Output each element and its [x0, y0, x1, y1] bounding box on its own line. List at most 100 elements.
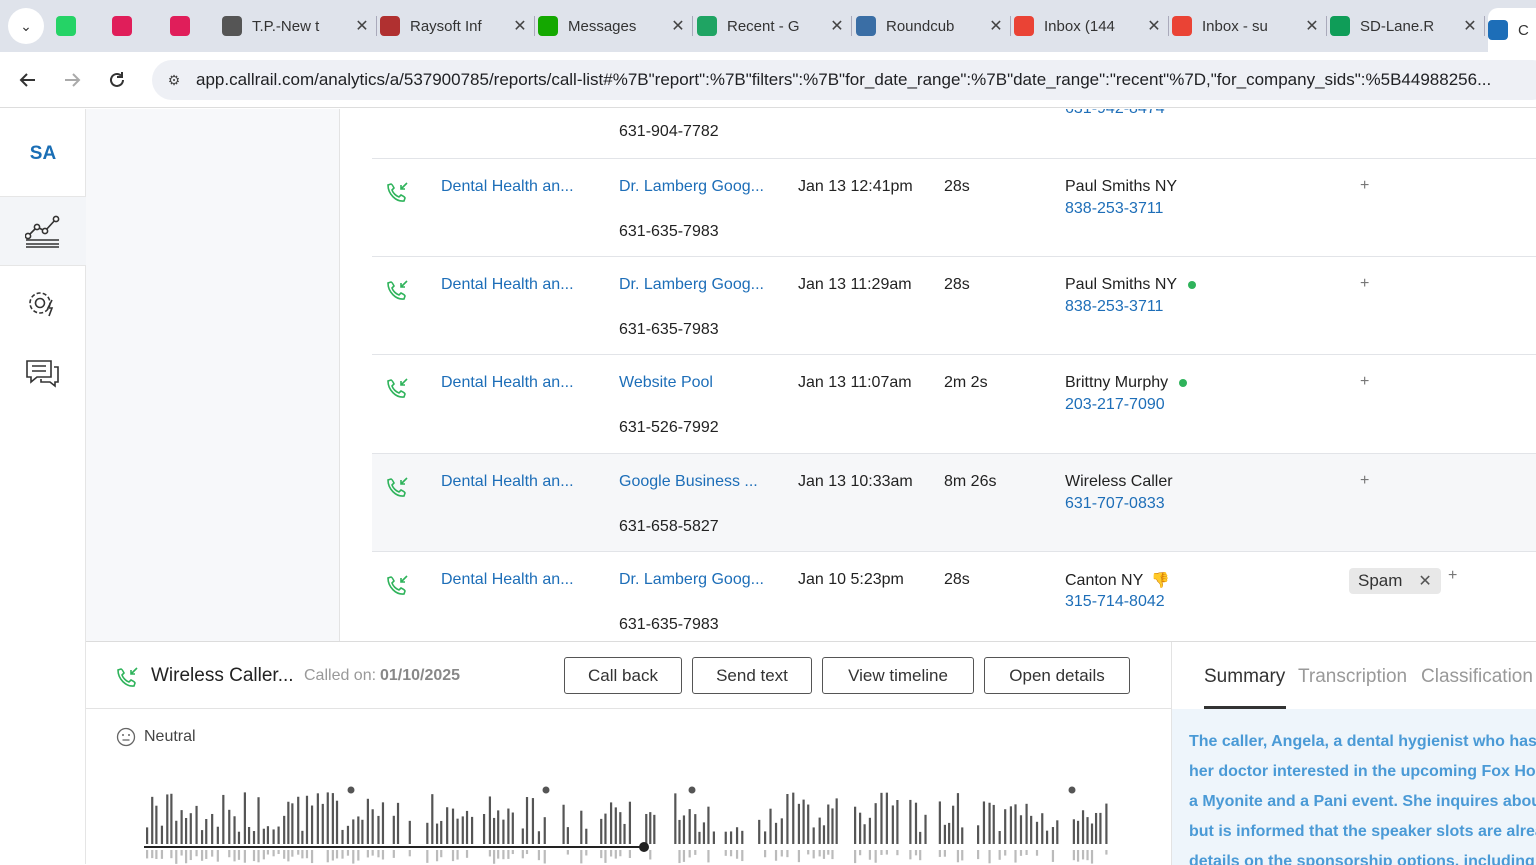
table-row[interactable]: Dental Health an... Dr. Lamberg Goog... 63… [372, 158, 1536, 257]
close-tab-icon[interactable]: ✕ [1144, 16, 1164, 36]
company-link[interactable]: Dental Health an... [441, 276, 574, 294]
nav-analytics[interactable] [0, 196, 86, 266]
browser-tab[interactable] [112, 8, 150, 44]
close-tab-icon[interactable]: ✕ [1302, 16, 1322, 36]
source-link[interactable]: Dr. Lamberg Goog... [619, 571, 764, 589]
waveform-bar [257, 797, 260, 844]
waveform-marker[interactable] [347, 786, 355, 794]
table-row-partial[interactable]: 631-904-7782 631-942-8474 [372, 109, 1536, 156]
site-info-icon[interactable]: ⚙ [164, 70, 184, 90]
waveform-bar [1105, 803, 1108, 844]
arrow-left-icon [19, 73, 35, 87]
tag-badge[interactable]: Spam ✕ [1349, 568, 1441, 594]
waveform-bar [1009, 806, 1013, 844]
browser-tab[interactable] [170, 8, 208, 44]
close-tab-icon[interactable]: ✕ [510, 16, 530, 36]
caller-phone-link[interactable]: 631-707-0833 [1065, 495, 1165, 513]
waveform-bar-channel2 [1086, 850, 1089, 861]
caller-phone-link[interactable]: 203-217-7090 [1065, 396, 1165, 414]
reload-button[interactable] [101, 64, 133, 96]
waveform-bar [724, 831, 727, 844]
add-tag-button[interactable]: + [1360, 275, 1369, 293]
table-row[interactable]: Dental Health an... Website Pool 631-526-7… [372, 354, 1536, 453]
account-logo[interactable]: SA [0, 129, 86, 179]
tab-separator [692, 16, 693, 36]
waveform-bar-channel2 [175, 850, 178, 864]
close-tab-icon[interactable]: ✕ [668, 16, 688, 36]
add-tag-button[interactable]: + [1360, 472, 1369, 490]
browser-tab[interactable]: Inbox (144 ✕ [1014, 8, 1164, 44]
waveform-bar-channel2 [600, 850, 603, 859]
source-link[interactable]: Dr. Lamberg Goog... [619, 276, 764, 294]
waveform-bar-channel2 [649, 850, 652, 860]
waveform-marker[interactable] [1068, 786, 1076, 794]
source-link[interactable]: Dr. Lamberg Goog... [619, 178, 764, 196]
company-link[interactable]: Dental Health an... [441, 374, 574, 392]
browser-tab[interactable]: Roundcub ✕ [856, 8, 1006, 44]
close-tab-icon[interactable]: ✕ [827, 16, 847, 36]
waveform-bar [924, 814, 927, 844]
close-tab-icon[interactable]: ✕ [352, 16, 372, 36]
browser-tab[interactable]: Messages ✕ [538, 8, 688, 44]
tab-search-button[interactable]: ⌄ [8, 8, 44, 44]
waveform-bar [802, 799, 805, 844]
waveform-bar [909, 799, 912, 844]
add-tag-button[interactable]: + [1448, 567, 1457, 585]
source-link[interactable]: Website Pool [619, 374, 713, 392]
tab-transcription[interactable]: Transcription [1298, 666, 1407, 688]
table-row[interactable]: Dental Health an... Google Business ... 63… [372, 453, 1536, 552]
waveform-marker[interactable] [688, 786, 696, 794]
remove-tag-icon[interactable]: ✕ [1418, 571, 1431, 591]
waveform-bar-channel2 [585, 850, 588, 856]
caller-phone-link[interactable]: 838-253-3711 [1065, 200, 1163, 218]
send-text-button[interactable]: Send text [692, 657, 812, 694]
waveform-bar-channel2 [885, 850, 888, 855]
open-details-button[interactable]: Open details [984, 657, 1130, 694]
company-link[interactable]: Dental Health an... [441, 178, 574, 196]
tab-summary[interactable]: Summary [1204, 666, 1285, 688]
add-tag-button[interactable]: + [1360, 177, 1369, 195]
waveform-bar-channel2 [451, 850, 455, 862]
waveform-marker[interactable] [542, 786, 550, 794]
browser-tab[interactable]: Raysoft Inf ✕ [380, 8, 530, 44]
waveform-bar [619, 812, 622, 844]
nav-conversations[interactable] [0, 351, 86, 397]
tab-separator [376, 16, 377, 36]
forward-button[interactable] [56, 64, 88, 96]
caller-phone-link[interactable]: 631-942-8474 [1065, 109, 1165, 118]
call-duration: 8m 26s [944, 473, 997, 490]
tab-classification[interactable]: Classification [1421, 666, 1533, 688]
company-link[interactable]: Dental Health an... [441, 473, 574, 491]
waveform-bar-channel2 [764, 850, 767, 858]
browser-tab[interactable] [56, 8, 94, 44]
address-bar[interactable]: ⚙ app.callrail.com/analytics/a/537900785… [152, 60, 1536, 100]
browser-tab[interactable]: Recent - G ✕ [697, 8, 847, 44]
browser-tab[interactable]: SD-Lane.R ✕ [1330, 8, 1480, 44]
nav-settings[interactable] [0, 281, 86, 327]
table-row[interactable]: Dental Health an... Dr. Lamberg Goog... 63… [372, 256, 1536, 355]
waveform-bar-channel2 [724, 850, 727, 856]
playhead-handle[interactable] [639, 842, 649, 852]
waveform-bar-channel2 [868, 850, 872, 860]
back-button[interactable] [12, 64, 44, 96]
google-drive-icon [697, 16, 717, 36]
table-row[interactable]: Dental Health an... Dr. Lamberg Goog... 63… [372, 551, 1536, 641]
browser-tab[interactable]: C [1488, 8, 1536, 52]
waveform-bar-channel2 [812, 850, 815, 859]
audio-waveform[interactable] [144, 782, 1114, 865]
caller-phone-link[interactable]: 315-714-8042 [1065, 593, 1165, 611]
browser-tab[interactable]: T.P.-New t ✕ [222, 8, 372, 44]
add-tag-button[interactable]: + [1360, 373, 1369, 391]
browser-tab[interactable]: Inbox - su ✕ [1172, 8, 1322, 44]
waveform-bar-channel2 [998, 850, 1001, 860]
view-timeline-button[interactable]: View timeline [822, 657, 974, 694]
waveform-bar [321, 803, 324, 844]
call-back-button[interactable]: Call back [564, 657, 682, 694]
source-link[interactable]: Google Business ... [619, 473, 758, 491]
waveform-bar [440, 820, 443, 844]
close-tab-icon[interactable]: ✕ [1460, 16, 1480, 36]
company-link[interactable]: Dental Health an... [441, 571, 574, 589]
waveform-bar [396, 802, 400, 844]
caller-phone-link[interactable]: 838-253-3711 [1065, 298, 1163, 316]
close-tab-icon[interactable]: ✕ [986, 16, 1006, 36]
